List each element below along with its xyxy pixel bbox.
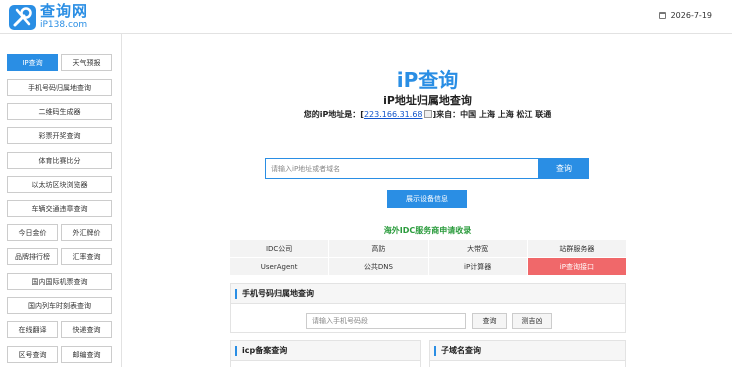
sidebar-row: 国内列车时刻表查询 bbox=[7, 297, 112, 314]
sidebar-item[interactable]: 彩票开奖查询 bbox=[7, 127, 112, 144]
ip-address-link[interactable]: 223.166.31.68 bbox=[364, 110, 423, 119]
wrench-logo-icon bbox=[9, 4, 36, 30]
tool-idc-company[interactable]: IDC公司 bbox=[230, 240, 329, 257]
page-subtitle: iP地址归属地查询 bbox=[383, 94, 472, 107]
tool-cluster-server[interactable]: 站群服务器 bbox=[527, 240, 626, 257]
page: 查询网 iP138.com 2026-7-19 IP查询 天气预报 手机号码归属地查… bbox=[0, 0, 732, 367]
sidebar-row: 车辆交通违章查询 bbox=[7, 200, 112, 217]
sidebar-row: IP查询 天气预报 bbox=[7, 54, 112, 71]
sidebar-item[interactable]: 体育比赛比分 bbox=[7, 152, 112, 169]
show-device-info-button[interactable]: 展示设备信息 bbox=[387, 190, 467, 208]
sidebar-row: 区号查询 邮编查询 bbox=[7, 346, 112, 363]
calendar-icon bbox=[658, 12, 666, 19]
tools-row: UserAgent 公共DNS iP计算器 iP查询接口 bbox=[230, 258, 626, 275]
mobile-query-button[interactable]: 查询 bbox=[472, 313, 507, 329]
sidebar-item[interactable]: 品牌排行榜 bbox=[7, 248, 58, 265]
mobile-lookup-panel: 手机号码归属地查询 请输入手机号码段 查询 测吉凶 bbox=[230, 283, 626, 333]
sidebar-item[interactable]: 快递查询 bbox=[61, 321, 112, 338]
flag-icon bbox=[423, 110, 432, 118]
ip-prefix: 您的iP地址是：[ bbox=[303, 110, 364, 119]
tools-grid: IDC公司 高防 大带宽 站群服务器 UserAgent 公共DNS iP计算器… bbox=[230, 240, 626, 276]
site-name: 查询网 bbox=[40, 2, 89, 20]
sidebar-row: 今日金价 外汇牌价 bbox=[7, 224, 112, 241]
header: 查询网 iP138.com 2026-7-19 bbox=[0, 0, 732, 34]
sidebar-item[interactable]: 国内列车时刻表查询 bbox=[7, 297, 112, 314]
sidebar-item[interactable]: 车辆交通违章查询 bbox=[7, 200, 112, 217]
subdomain-panel: 子域名查询 bbox=[429, 340, 626, 367]
sidebar-item[interactable]: 区号查询 bbox=[7, 346, 58, 363]
sidebar-item[interactable]: IP查询 bbox=[7, 54, 58, 71]
sidebar-row: 在线翻译 快递查询 bbox=[7, 321, 112, 338]
sidebar-item[interactable]: 外汇牌价 bbox=[61, 224, 112, 241]
date-text: 2026-7-19 bbox=[670, 11, 712, 20]
sidebar-row: 彩票开奖查询 bbox=[7, 127, 112, 144]
sidebar-row: 手机号码归属地查询 bbox=[7, 79, 112, 96]
sidebar-item[interactable]: 二维码生成器 bbox=[7, 103, 112, 120]
mobile-number-input[interactable]: 请输入手机号码段 bbox=[306, 313, 466, 329]
mobile-panel-title: 手机号码归属地查询 bbox=[231, 284, 625, 304]
sidebar-item[interactable]: 天气预报 bbox=[61, 54, 112, 71]
sidebar-item[interactable]: 手机号码归属地查询 bbox=[7, 79, 112, 96]
subdomain-panel-title: 子域名查询 bbox=[430, 341, 625, 361]
sidebar-row: 体育比赛比分 bbox=[7, 152, 112, 169]
header-date: 2026-7-19 bbox=[658, 11, 712, 20]
site-logo[interactable]: 查询网 iP138.com bbox=[9, 4, 88, 30]
sidebar-row: 以太坊区块浏览器 bbox=[7, 176, 112, 193]
sidebar-item[interactable]: 邮编查询 bbox=[61, 346, 112, 363]
ip-location: ]来自：中国 上海 上海 松江 联通 bbox=[432, 110, 552, 119]
sidebar-item[interactable]: 以太坊区块浏览器 bbox=[7, 176, 112, 193]
tool-public-dns[interactable]: 公共DNS bbox=[329, 258, 428, 275]
sidebar-item[interactable]: 国内国际机票查询 bbox=[7, 273, 112, 290]
site-domain: iP138.com bbox=[40, 20, 88, 30]
ip-search-button[interactable]: 查询 bbox=[539, 158, 589, 179]
fortune-button[interactable]: 测吉凶 bbox=[512, 313, 552, 329]
idc-ad-link[interactable]: 海外IDC服务商申请收录 bbox=[123, 225, 732, 236]
main-content: iP查询 iP地址归属地查询 您的iP地址是：[223.166.31.68 ]来自… bbox=[123, 35, 732, 367]
tool-anti-ddos[interactable]: 高防 bbox=[329, 240, 428, 257]
tools-row: IDC公司 高防 大带宽 站群服务器 bbox=[230, 240, 626, 257]
sidebar-row: 二维码生成器 bbox=[7, 103, 112, 120]
tool-bandwidth[interactable]: 大带宽 bbox=[428, 240, 527, 257]
sidebar-item[interactable]: 今日金价 bbox=[7, 224, 58, 241]
sidebar-item[interactable]: 汇率查询 bbox=[61, 248, 112, 265]
sidebar-row: 国内国际机票查询 bbox=[7, 273, 112, 290]
icp-panel-title: icp备案查询 bbox=[231, 341, 420, 361]
sidebar-item[interactable]: 在线翻译 bbox=[7, 321, 58, 338]
sidebar: IP查询 天气预报 手机号码归属地查询 二维码生成器 彩票开奖查询 体育比赛比分 以太坊区块… bbox=[0, 34, 122, 367]
tool-ip-calculator[interactable]: iP计算器 bbox=[428, 258, 527, 275]
tool-useragent[interactable]: UserAgent bbox=[230, 258, 329, 275]
ip-info: 您的iP地址是：[223.166.31.68 ]来自：中国 上海 上海 松江 联通 bbox=[123, 109, 732, 120]
sidebar-row: 品牌排行榜 汇率查询 bbox=[7, 248, 112, 265]
icp-panel: icp备案查询 bbox=[230, 340, 421, 367]
tool-ip-api[interactable]: iP查询接口 bbox=[527, 258, 626, 275]
ip-search-input[interactable]: 请输入iP地址或者域名 bbox=[265, 158, 539, 179]
brand-title: iP查询 bbox=[396, 68, 459, 92]
